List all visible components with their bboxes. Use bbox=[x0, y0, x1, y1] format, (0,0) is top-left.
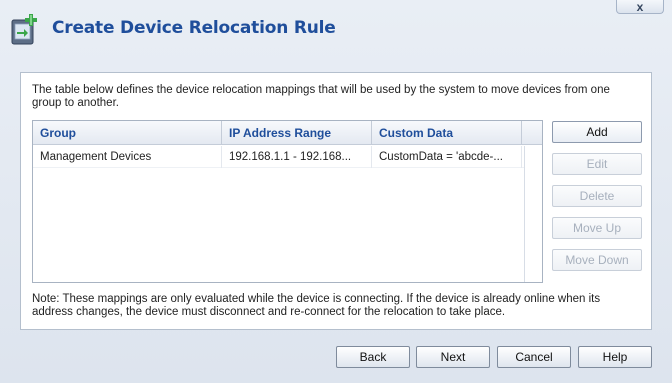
move-down-button[interactable]: Move Down bbox=[552, 249, 642, 271]
column-header-group[interactable]: Group bbox=[33, 121, 222, 145]
back-button[interactable]: Back bbox=[336, 346, 410, 368]
table-row[interactable]: Management Devices 192.168.1.1 - 192.168… bbox=[33, 146, 524, 168]
close-button[interactable]: x bbox=[616, 0, 664, 14]
column-header-custom-data[interactable]: Custom Data bbox=[372, 121, 522, 145]
close-icon: x bbox=[636, 0, 644, 14]
cancel-button[interactable]: Cancel bbox=[497, 346, 571, 368]
delete-button[interactable]: Delete bbox=[552, 185, 642, 207]
cell-ip-range: 192.168.1.1 - 192.168... bbox=[222, 146, 372, 168]
intro-text: The table below defines the device reloc… bbox=[32, 84, 610, 109]
next-button[interactable]: Next bbox=[416, 346, 490, 368]
content-panel: The table below defines the device reloc… bbox=[20, 72, 652, 330]
device-relocation-icon bbox=[10, 11, 44, 47]
help-button[interactable]: Help bbox=[578, 346, 652, 368]
dialog-window: Create Device Relocation Rule x The tabl… bbox=[0, 0, 672, 383]
relocation-table: Group IP Address Range Custom Data Manag… bbox=[32, 120, 543, 283]
dialog-title: Create Device Relocation Rule bbox=[52, 18, 336, 38]
dialog-footer: Back Next Cancel Help bbox=[0, 346, 672, 370]
add-button[interactable]: Add bbox=[552, 121, 642, 143]
edit-button[interactable]: Edit bbox=[552, 153, 642, 175]
cell-custom-data: CustomData = 'abcde-... bbox=[372, 146, 522, 168]
table-header: Group IP Address Range Custom Data bbox=[33, 121, 542, 145]
cell-group: Management Devices bbox=[33, 146, 222, 168]
note-text: Note: These mappings are only evaluated … bbox=[32, 293, 601, 318]
move-up-button[interactable]: Move Up bbox=[552, 217, 642, 239]
table-scroll-area bbox=[524, 146, 542, 282]
table-actions: Add Edit Delete Move Up Move Down bbox=[552, 121, 642, 281]
column-header-ip-range[interactable]: IP Address Range bbox=[222, 121, 372, 145]
dialog-header: Create Device Relocation Rule x bbox=[0, 0, 672, 58]
